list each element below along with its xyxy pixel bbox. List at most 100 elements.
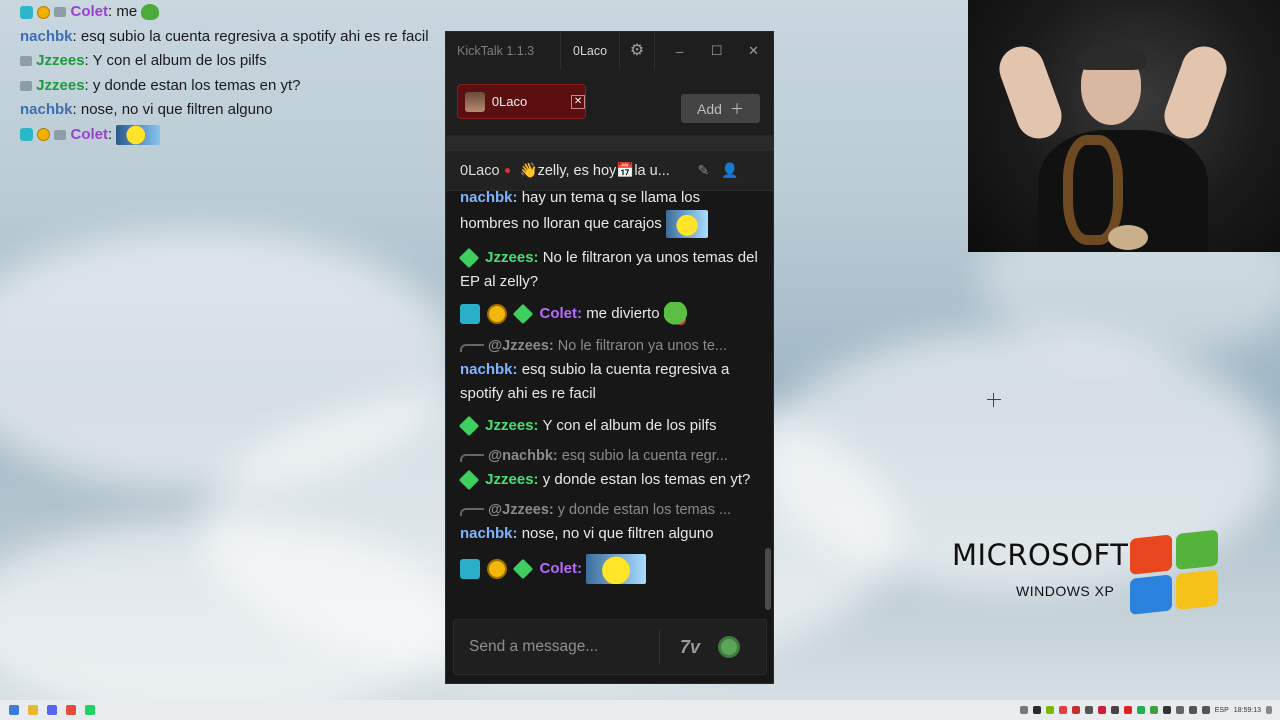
webcam-hair: [1076, 45, 1146, 70]
close-button[interactable]: ✕: [735, 43, 772, 59]
subscriber-badge-icon: [460, 559, 480, 580]
overlay-username: nachbk: [20, 27, 73, 45]
tray-app-icon[interactable]: [1019, 706, 1028, 714]
reply-curve-icon: [460, 454, 484, 463]
message-text: y donde estan los temas en yt?: [542, 471, 751, 489]
message-text: me divierto: [586, 305, 660, 322]
maximize-button[interactable]: ☐: [698, 43, 735, 59]
vip-badge-icon: [513, 303, 534, 325]
username[interactable]: nachbk: [460, 189, 513, 206]
channel-name: 0Laco: [460, 162, 500, 179]
chat-message: Jzzees: Y con el album de los pilfs: [458, 414, 758, 438]
overlay-message: Jzzees: y donde estan los temas en yt?: [20, 74, 440, 99]
subscriber-badge-icon: [20, 5, 33, 19]
divider: [659, 630, 660, 664]
overlay-text: : esq subio la cuenta regresiva a spotif…: [72, 27, 429, 45]
reply-text: esq subio la cuenta regr...: [561, 448, 728, 465]
webcam-arm-right: [1158, 40, 1233, 145]
start-icon[interactable]: [9, 705, 19, 715]
settings-gear-icon[interactable]: ⚙: [619, 32, 656, 70]
discord-icon[interactable]: [47, 705, 57, 715]
pin-icon[interactable]: ✎: [698, 162, 710, 179]
nvidia-icon[interactable]: [1045, 706, 1054, 714]
volume-icon[interactable]: [1201, 706, 1210, 714]
reply-reference[interactable]: @Jzzees: y donde estan los temas ...: [460, 498, 758, 522]
reply-username: @nachbk:: [488, 448, 558, 465]
tab-0laco[interactable]: 0Laco ✕: [457, 84, 586, 119]
overlay-message: nachbk: esq subio la cuenta regresiva a …: [20, 25, 440, 50]
network-icon[interactable]: [1188, 706, 1197, 714]
vip-badge-icon: [458, 415, 480, 437]
username[interactable]: Colet: [540, 305, 578, 322]
clock[interactable]: 18:59:13: [1234, 707, 1261, 714]
tray-app-icon[interactable]: [1084, 706, 1093, 714]
chat-scrollbar[interactable]: [765, 548, 771, 610]
yellow-emote-icon: [586, 554, 647, 585]
tray-app-icon[interactable]: [1149, 706, 1158, 714]
stream-chat-overlay: Colet: me nachbk: esq subio la cuenta re…: [20, 0, 440, 147]
overlay-text: : nose, no vi que filtren alguno: [72, 101, 273, 118]
reply-reference[interactable]: @nachbk: esq subio la cuenta regr...: [460, 444, 758, 468]
tray-app-icon[interactable]: [1097, 706, 1106, 714]
seventv-emotes-icon[interactable]: 7v: [680, 637, 700, 658]
tray-app-icon[interactable]: [1136, 706, 1145, 714]
add-label: Add: [697, 100, 722, 117]
close-tab-icon[interactable]: ✕: [571, 94, 585, 109]
overlay-text: : me: [108, 3, 138, 20]
user-button[interactable]: 0Laco: [560, 32, 619, 70]
tray-app-icon[interactable]: [1032, 706, 1041, 714]
username[interactable]: Jzzees: [485, 471, 533, 488]
reply-reference[interactable]: @Jzzees: No le filtraron ya unos te...: [460, 334, 758, 358]
microphone-icon[interactable]: [1175, 706, 1184, 714]
one-badge-icon: [37, 5, 51, 19]
overlay-message: Colet:: [20, 123, 440, 148]
mouse-cursor-icon: [987, 393, 1001, 407]
tray-app-icon[interactable]: [1058, 706, 1067, 714]
username[interactable]: nachbk: [460, 525, 513, 542]
show-desktop-button[interactable]: [1266, 706, 1272, 714]
kicktalk-window: KickTalk 1.1.3 0Laco ⚙ – ☐ ✕ 0Laco ✕ Add…: [445, 31, 774, 684]
add-channel-button[interactable]: Add ＋: [681, 94, 760, 123]
overlay-text: : y donde estan los temas en yt?: [84, 76, 301, 94]
reply-username: @Jzzees:: [488, 338, 554, 355]
overlay-text: :: [108, 125, 113, 143]
one-badge-icon: [37, 128, 51, 142]
divider: [446, 136, 773, 151]
user-icon[interactable]: 👤: [721, 162, 738, 179]
chat-badge-icon: [54, 129, 67, 140]
minimize-button[interactable]: –: [661, 44, 698, 59]
explorer-icon[interactable]: [28, 705, 38, 715]
chat-message: Colet: me divierto: [460, 302, 758, 327]
record-icon[interactable]: [1123, 706, 1132, 714]
vip-badge-icon: [513, 558, 534, 580]
channel-tabs: 0Laco ✕ Add ＋: [446, 70, 773, 136]
language-indicator[interactable]: ESP: [1215, 707, 1229, 714]
plus-icon: ＋: [729, 100, 744, 117]
vip-badge-icon: [458, 469, 480, 491]
chat-message: nachbk: esq subio la cuenta regresiva a …: [460, 361, 730, 403]
message-input[interactable]: [454, 638, 659, 656]
chat-message: Jzzees: y donde estan los temas en yt?: [458, 468, 758, 492]
tray-app-icon[interactable]: [1071, 706, 1080, 714]
username[interactable]: nachbk: [460, 361, 513, 378]
overlay-message: Jzzees: Y con el album de los pilfs: [20, 49, 440, 74]
overlay-username: nachbk: [20, 101, 73, 118]
avatar: [465, 91, 485, 112]
kick-icon[interactable]: [85, 705, 95, 715]
chat-messages[interactable]: nachbk: hay un tema q se llama los hombr…: [446, 189, 766, 614]
windows-xp-logo: MICROSOFT WINDOWS XP: [952, 529, 1218, 615]
reply-text: y donde estan los temas ...: [557, 502, 732, 519]
tray-app-icon[interactable]: [1110, 706, 1119, 714]
tray-app-icon[interactable]: [1162, 706, 1171, 714]
stream-title: 👋zelly, es hoy📅la u...: [519, 163, 670, 179]
emote-picker-icon[interactable]: [718, 636, 741, 658]
username[interactable]: Jzzees: [485, 417, 533, 434]
one-badge-icon: [487, 559, 508, 580]
overlay-username: Jzzees: [36, 52, 85, 69]
overlay-username: Colet: [70, 3, 109, 20]
yellow-emote-icon: [116, 124, 161, 145]
username[interactable]: Jzzees: [485, 249, 533, 266]
brave-icon[interactable]: [66, 705, 76, 715]
username[interactable]: Colet: [540, 560, 578, 577]
windows-xp-text: WINDOWS XP: [1016, 583, 1115, 599]
